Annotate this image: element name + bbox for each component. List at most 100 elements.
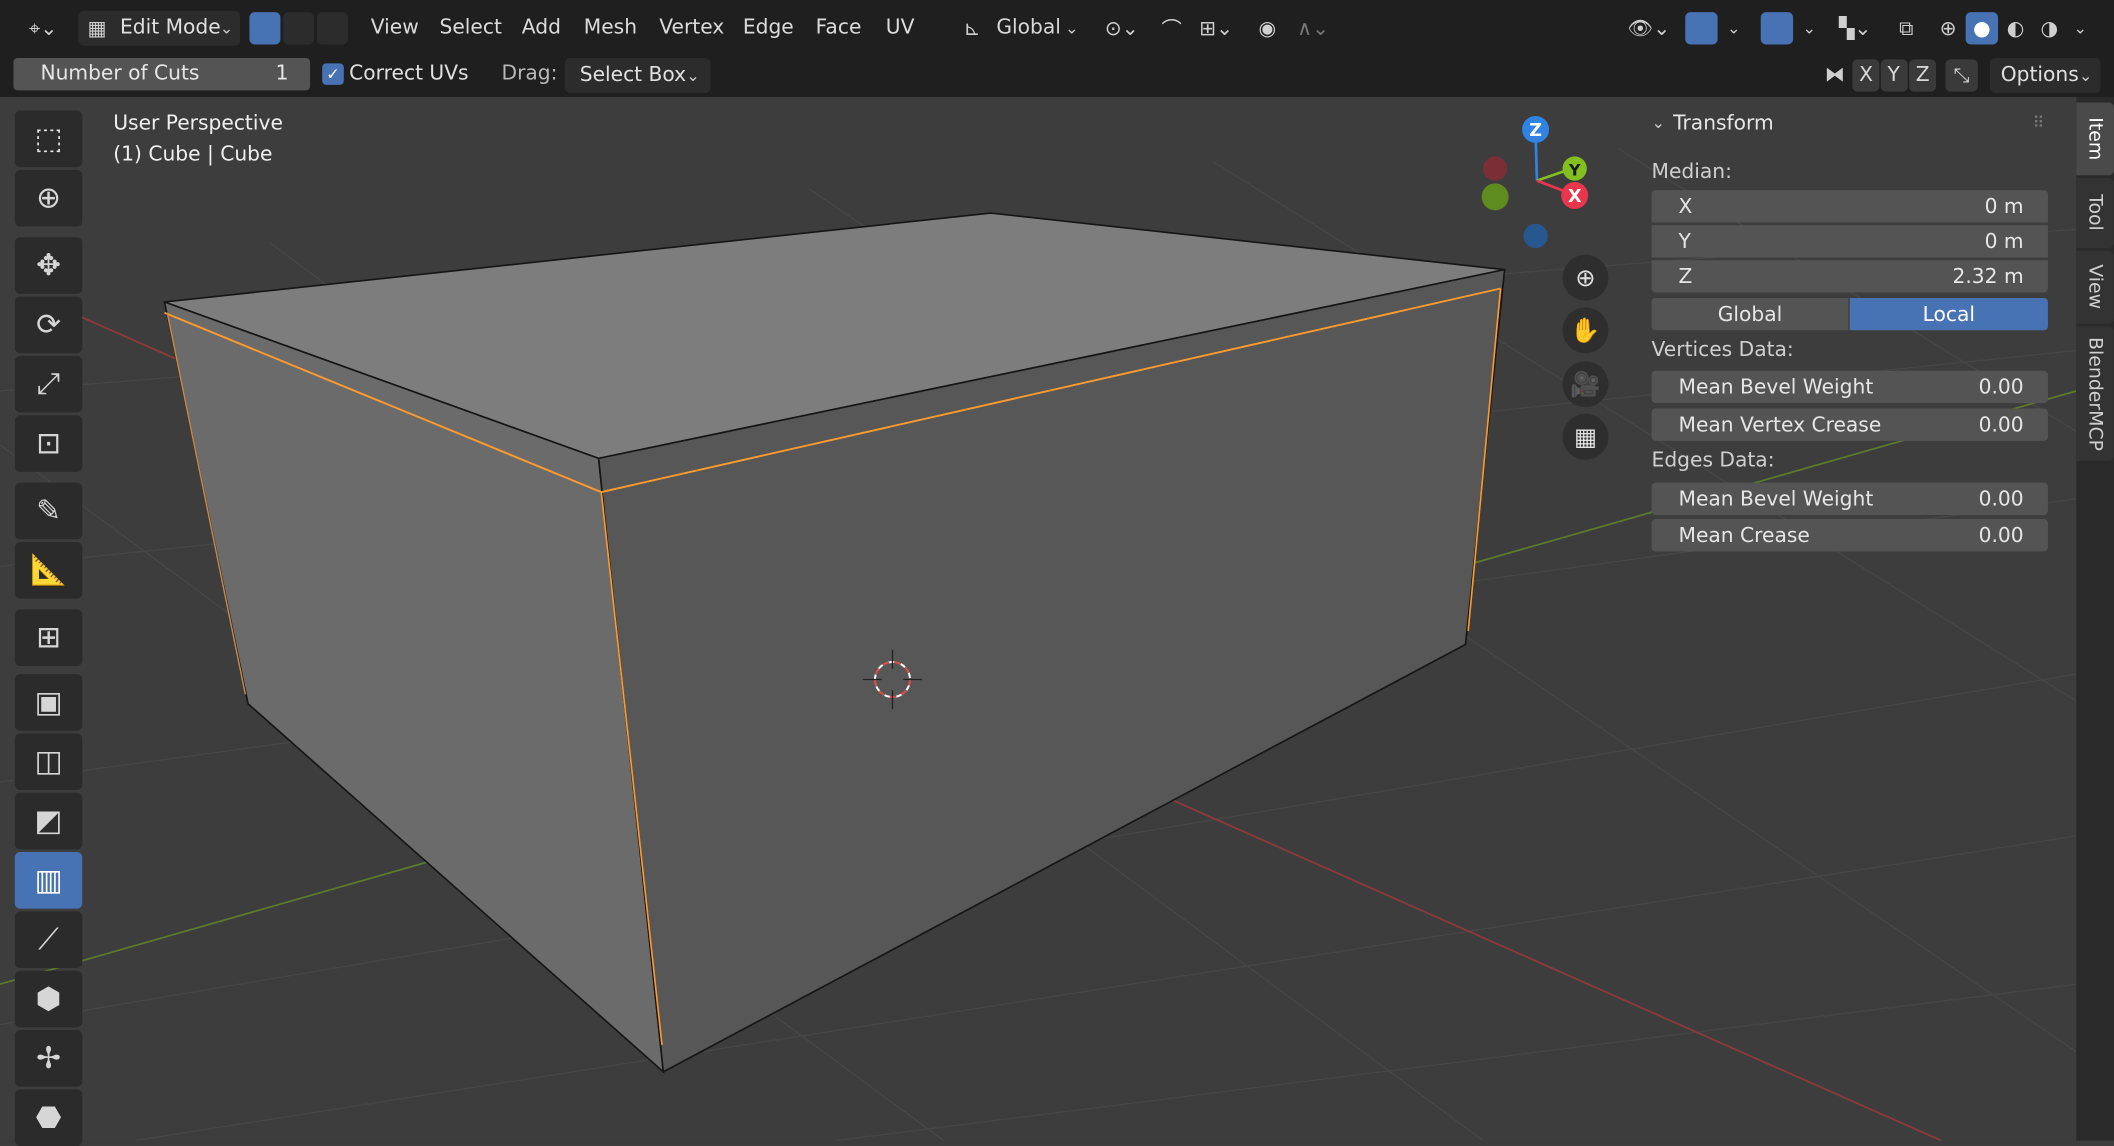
add-cube-tool-icon[interactable]: ⊞: [14, 609, 83, 667]
median-x-field[interactable]: X 0 m: [1651, 190, 2048, 223]
tab-tool[interactable]: Tool: [2076, 177, 2114, 249]
visibility-icon[interactable]: 👁⌄: [1622, 12, 1676, 44]
edge-crease-value: 0.00: [1978, 523, 2024, 548]
chevron-down-icon: ⌄: [219, 18, 234, 38]
mesh-edit-overlay-icon[interactable]: ▚⌄: [1828, 12, 1882, 44]
annotate-tool-icon[interactable]: ✎: [14, 482, 83, 540]
snap-target-icon[interactable]: ⊞⌄: [1192, 12, 1241, 44]
menu-add[interactable]: Add: [522, 11, 561, 43]
move-tool-icon[interactable]: ✥: [14, 237, 83, 294]
menu-uv[interactable]: UV: [886, 11, 915, 43]
tab-blendermcp[interactable]: BlenderMCP: [2076, 326, 2114, 462]
topology-mirror-icon[interactable]: ⤡: [1945, 59, 1978, 92]
menu-vertex[interactable]: Vertex: [659, 11, 724, 43]
menu-face[interactable]: Face: [816, 11, 862, 43]
zoom-icon[interactable]: ⊕: [1562, 254, 1609, 301]
xray-icon[interactable]: ⧉: [1890, 12, 1922, 44]
transform-panel-header[interactable]: ⌄ Transform ⠿: [1649, 108, 2053, 140]
mirror-x-button[interactable]: X: [1852, 59, 1880, 92]
knife-tool-icon[interactable]: ⟋: [14, 911, 83, 969]
number-of-cuts-field[interactable]: Number of Cuts 1: [13, 57, 311, 91]
drag-dropdown[interactable]: Select Box ⌄: [564, 57, 711, 94]
snap-icon[interactable]: ⌒: [1155, 12, 1187, 44]
chevron-down-icon[interactable]: ⌄: [1723, 12, 1745, 44]
drag-value: Select Box: [579, 62, 687, 87]
chevron-down-icon[interactable]: ⌄: [1798, 12, 1820, 44]
menu-select[interactable]: Select: [440, 11, 502, 43]
drag-handle-icon[interactable]: ⠿: [2026, 111, 2050, 135]
vertex-select-button[interactable]: [249, 12, 281, 45]
median-x-label: X: [1678, 194, 1693, 219]
smooth-tool-icon[interactable]: ⬣: [14, 1089, 83, 1146]
loop-cut-tool-icon[interactable]: ▥: [14, 852, 83, 909]
perspective-grid-icon[interactable]: ▦: [1562, 413, 1609, 460]
mirror-z-label: Z: [1915, 62, 1930, 87]
mode-label: Edit Mode: [119, 14, 221, 40]
cursor-tool-icon[interactable]: ⊕: [14, 169, 83, 227]
falloff-icon[interactable]: ∧⌄: [1289, 12, 1338, 44]
select-box-tool-icon[interactable]: ⬚: [14, 110, 83, 168]
rendered-shading-icon[interactable]: ◑: [2033, 12, 2065, 44]
median-z-value: 2.32 m: [1952, 264, 2024, 289]
median-y-field[interactable]: Y 0 m: [1651, 225, 2048, 258]
pivot-icon[interactable]: ⊙⌄: [1099, 12, 1145, 44]
mode-dropdown[interactable]: ▦ Edit Mode ⌄: [78, 10, 240, 46]
transform-orientation-dropdown[interactable]: ⊾ Global ⌄: [955, 11, 1084, 46]
space-global-button[interactable]: Global: [1651, 297, 1849, 331]
material-shading-icon[interactable]: ◐: [1999, 12, 2031, 44]
face-select-button[interactable]: [316, 12, 348, 45]
mirror-z-button[interactable]: Z: [1909, 59, 1937, 92]
tab-item[interactable]: Item: [2076, 102, 2114, 176]
poly-build-tool-icon[interactable]: ⬢: [14, 970, 83, 1028]
inset-tool-icon[interactable]: ◫: [14, 733, 83, 791]
transform-panel-title: Transform: [1673, 110, 1774, 135]
navigation-gizmo[interactable]: Z Y X: [1481, 115, 1589, 249]
edge-select-button[interactable]: [283, 12, 315, 45]
median-z-field[interactable]: Z 2.32 m: [1651, 260, 2048, 293]
transform-tool-icon[interactable]: ⊡: [14, 415, 83, 472]
menu-view[interactable]: View: [371, 11, 419, 43]
rotate-tool-icon[interactable]: ⟳: [14, 296, 83, 354]
median-y-value: 0 m: [1984, 229, 2024, 254]
bevel-tool-icon[interactable]: ◩: [14, 792, 83, 850]
mirror-y-button[interactable]: Y: [1880, 59, 1908, 92]
vertex-bevel-weight-label: Mean Bevel Weight: [1678, 374, 1874, 400]
mirror-icon[interactable]: ⧓: [1820, 59, 1850, 89]
gizmo-toggle-button[interactable]: [1685, 12, 1718, 45]
correct-uvs-checkbox[interactable]: ✓: [322, 63, 344, 85]
space-global-label: Global: [1717, 301, 1783, 327]
hand-pan-icon[interactable]: ✋: [1562, 307, 1609, 354]
orientation-label: Global: [996, 14, 1061, 40]
chevron-down-icon: ⌄: [1065, 18, 1079, 38]
solid-shading-icon: ●: [1973, 16, 1991, 41]
menu-mesh[interactable]: Mesh: [584, 11, 637, 43]
space-local-button[interactable]: Local: [1849, 297, 2048, 331]
camera-icon[interactable]: 🎥: [1562, 361, 1609, 408]
edge-crease-field[interactable]: Mean Crease 0.00: [1651, 519, 2048, 552]
measure-tool-icon[interactable]: 📐: [14, 541, 83, 599]
edit-mode-icon: ▦: [87, 16, 107, 41]
options-dropdown[interactable]: Options ⌄: [1989, 57, 2101, 94]
editor-type-icon[interactable]: ⌖⌄: [19, 12, 68, 44]
edge-bevel-weight-label: Mean Bevel Weight: [1678, 486, 1874, 511]
extrude-tool-icon[interactable]: ▣: [14, 674, 83, 731]
scale-tool-icon[interactable]: ⤢: [14, 355, 83, 413]
edge-bevel-weight-value: 0.00: [1978, 486, 2024, 511]
wireframe-shading-icon[interactable]: ⊕: [1932, 12, 1964, 44]
vertex-crease-field[interactable]: Mean Vertex Crease 0.00: [1651, 408, 2048, 441]
proportional-edit-icon[interactable]: ◉: [1251, 12, 1283, 44]
correct-uvs-label[interactable]: Correct UVs: [349, 61, 468, 85]
tab-view[interactable]: View: [2076, 250, 2114, 324]
chevron-down-icon[interactable]: ⌄: [2069, 12, 2091, 44]
edge-bevel-weight-field[interactable]: Mean Bevel Weight 0.00: [1651, 482, 2048, 516]
menu-edge[interactable]: Edge: [743, 11, 794, 43]
vertices-data-label: Vertices Data:: [1651, 337, 1794, 362]
tool-options-bar: Number of Cuts 1 ✓ Correct UVs Drag: Sel…: [0, 53, 2114, 98]
median-y-label: Y: [1678, 229, 1691, 254]
mirror-x-label: X: [1859, 62, 1874, 87]
overlay-toggle-button[interactable]: [1760, 12, 1794, 45]
vertex-bevel-weight-field[interactable]: Mean Bevel Weight 0.00: [1651, 370, 2048, 404]
median-x-value: 0 m: [1984, 194, 2024, 219]
solid-shading-button[interactable]: ●: [1965, 12, 1999, 45]
spin-tool-icon[interactable]: ✢: [14, 1030, 83, 1087]
